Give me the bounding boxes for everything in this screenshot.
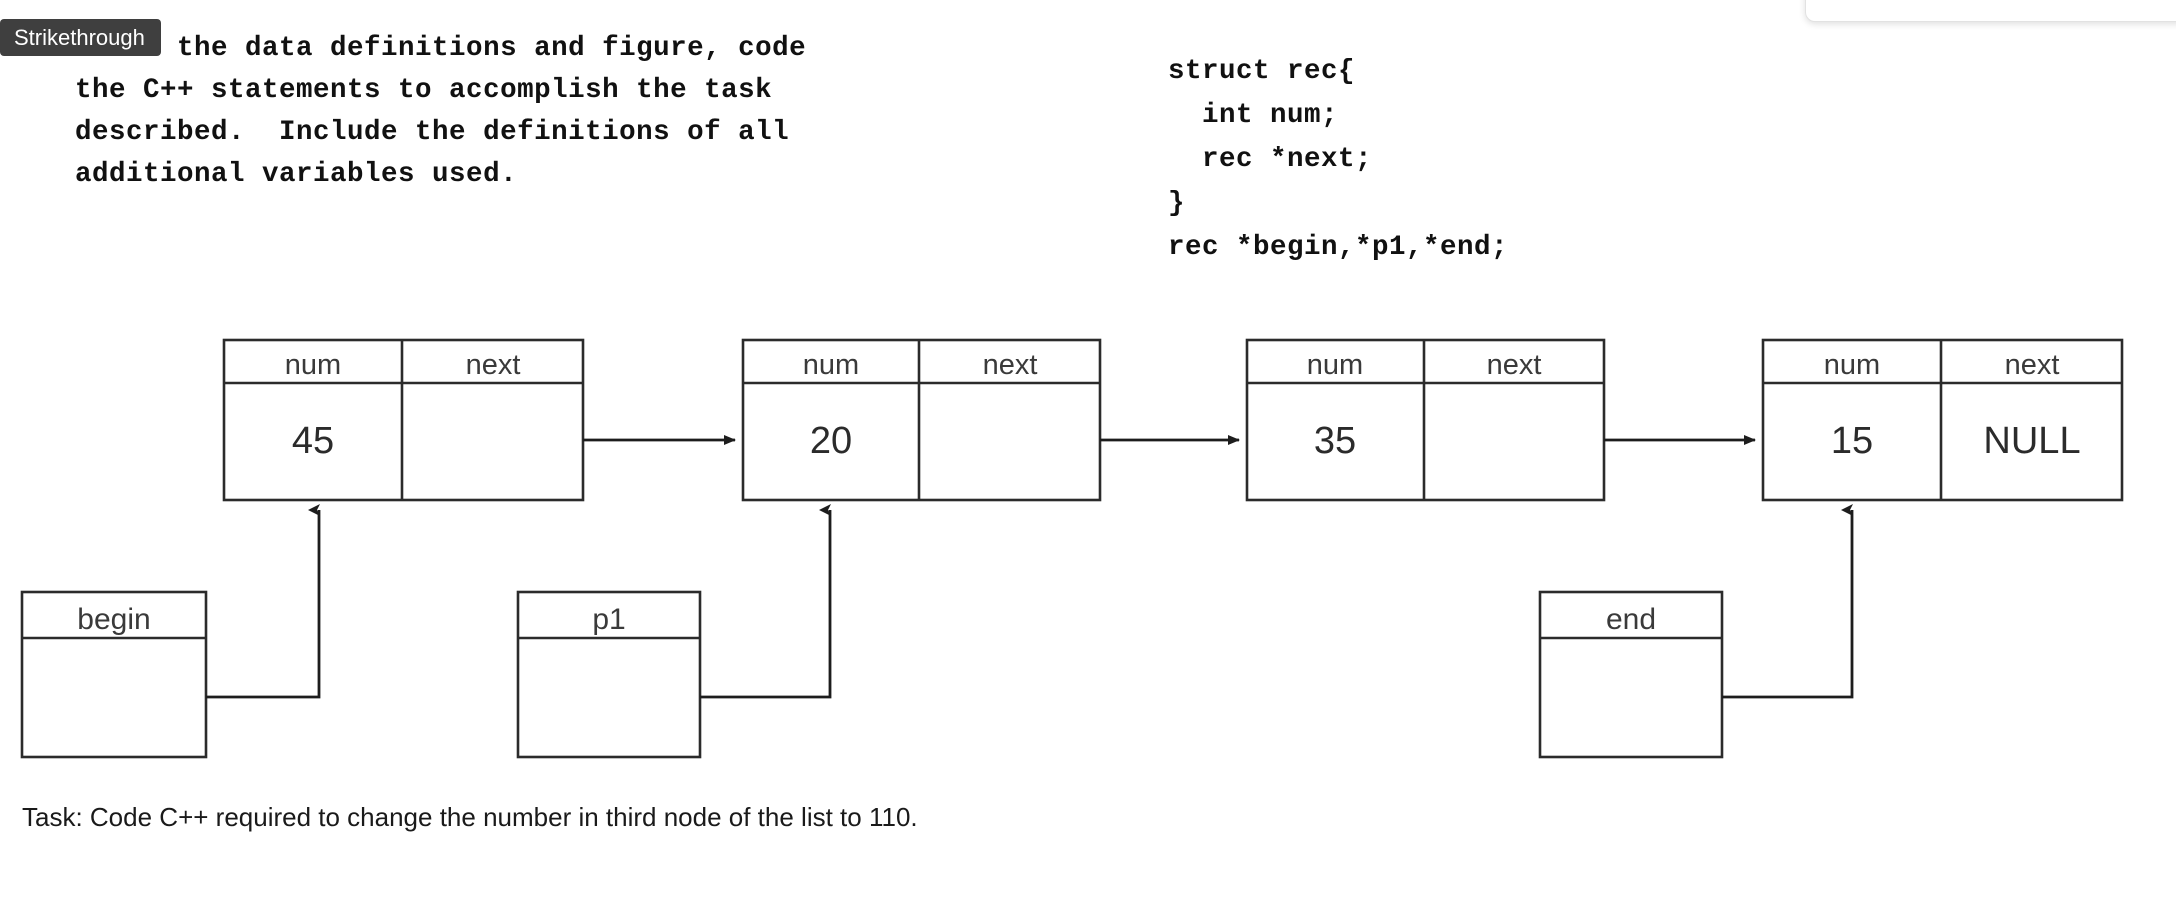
pointer-label-p1: p1 (592, 603, 625, 636)
node-4-num-value: 15 (1831, 420, 1873, 462)
node-3-header-next: next (1487, 349, 1542, 381)
node-4-header-next: next (2005, 349, 2060, 381)
strikethrough-tooltip: Strikethrough (0, 19, 161, 56)
node-1-header-num: num (285, 349, 341, 381)
node-2-header-num: num (803, 349, 859, 381)
node-4-header-num: num (1824, 349, 1880, 381)
node-2-header-next: next (983, 349, 1038, 381)
pointer-label-end: end (1606, 603, 1656, 636)
node-3-header-num: num (1307, 349, 1363, 381)
node-1-header-next: next (466, 349, 521, 381)
node-4-next-value: NULL (1983, 420, 2080, 462)
node-3-num-value: 35 (1314, 420, 1356, 462)
node-1-num-value: 45 (292, 420, 334, 462)
node-2-num-value: 20 (810, 420, 852, 462)
pointer-label-begin: begin (77, 603, 150, 636)
linked-list-diagram: num next 45 num next 20 num next 35 num … (20, 338, 2124, 759)
page-root: Given the data definitions and figure, c… (0, 0, 2176, 904)
task-description: Task: Code C++ required to change the nu… (22, 802, 918, 832)
